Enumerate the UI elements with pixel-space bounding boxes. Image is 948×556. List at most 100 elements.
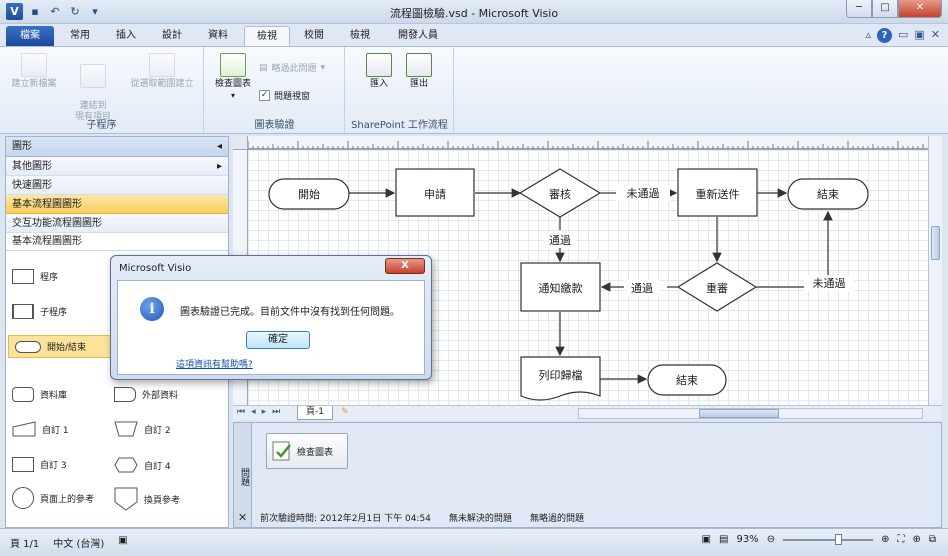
helpful-feedback-link[interactable]: 這項資訊有幫助嗎? [176, 357, 253, 370]
maximize-button[interactable]: □ [872, 0, 898, 18]
basic-flowchart-stencil[interactable]: 基本流程圖圖形 [6, 195, 228, 214]
flow-resubmit-label: 重新送件 [695, 188, 740, 201]
ignore-icon: ▤ [259, 62, 268, 73]
link-icon [80, 64, 106, 88]
shape-custom3[interactable]: 自訂 3 [12, 457, 67, 472]
check-diagram-button[interactable]: 檢查圖表 ▾ [209, 53, 257, 101]
quick-shapes-item[interactable]: 快速圖形 [6, 176, 228, 195]
more-shapes-item[interactable]: 其他圖形 ▸ [6, 157, 228, 176]
check-diagram-icon [272, 441, 291, 461]
flow-print-label: 列印歸檔 [538, 369, 583, 382]
minimize-button[interactable]: ─ [846, 0, 872, 18]
macro-record-icon[interactable]: ▣ [118, 535, 127, 550]
ok-button[interactable]: 確定 [246, 331, 310, 349]
external-data-shape-icon [114, 387, 136, 402]
collapse-pane-icon[interactable]: ◂ [217, 137, 222, 156]
flow-start-label: 開始 [298, 188, 320, 201]
presentation-icon[interactable]: ▤ [719, 534, 728, 545]
ignore-issue-button[interactable]: ▤ 略過此問題 ▾ [259, 61, 326, 75]
full-screen-icon[interactable]: ▣ [702, 534, 711, 545]
issues-close-icon[interactable]: ✕ [238, 511, 247, 524]
page-number-indicator[interactable]: 頁 1/1 [10, 535, 39, 550]
cross-functional-stencil[interactable]: 交互功能流程圖圖形 [6, 214, 228, 233]
create-from-selection-button[interactable]: 從選取範圍建立 [122, 53, 202, 90]
tab-file[interactable]: 檔案 [6, 26, 54, 46]
zoom-level[interactable]: 93% [736, 534, 758, 545]
tab-insert[interactable]: 插入 [106, 26, 146, 46]
export-icon [406, 53, 432, 77]
page-tab-1[interactable]: 頁-1 [297, 406, 333, 420]
shape-database[interactable]: 資料庫 [12, 387, 67, 402]
shape-custom1[interactable]: 自訂 1 [12, 421, 69, 437]
doc-close-icon[interactable]: ✕ [931, 28, 940, 43]
custom1-shape-icon [12, 421, 36, 437]
language-indicator[interactable]: 中文 (台灣) [53, 535, 104, 550]
shapes-pane-header: 圖形 ◂ [6, 137, 228, 157]
database-shape-icon [12, 387, 34, 402]
flow-not-passed-label-2: 未通過 [804, 275, 854, 291]
next-page-icon[interactable]: ▸ [262, 407, 267, 417]
first-page-icon[interactable]: ⏮ [237, 407, 245, 417]
pan-zoom-icon[interactable]: ⊕ [912, 534, 920, 545]
terminator-shape-icon [15, 340, 41, 353]
ruler-ticks [248, 141, 928, 149]
dialog-close-button[interactable]: X [385, 258, 425, 274]
flow-apply-label: 申請 [424, 188, 446, 201]
zoom-out-icon[interactable]: ⊖ [767, 534, 775, 545]
zoom-in-icon[interactable]: ⊕ [881, 534, 889, 545]
help-icon[interactable]: ? [876, 28, 892, 43]
doc-minimize-icon[interactable]: ▭ [898, 28, 908, 43]
import-icon [366, 53, 392, 77]
shape-on-page-ref[interactable]: 頁面上的參考 [12, 487, 94, 509]
vertical-scroll-thumb[interactable] [931, 226, 940, 260]
tab-view[interactable]: 檢視 [340, 26, 380, 46]
tab-design[interactable]: 設計 [152, 26, 192, 46]
tab-review[interactable]: 校閱 [294, 26, 334, 46]
tab-home[interactable]: 常用 [60, 26, 100, 46]
custom4-shape-icon [114, 457, 138, 473]
create-new-button[interactable]: 建立新檔案 [6, 53, 62, 90]
issues-check-diagram-button[interactable]: 檢查圖表 [266, 433, 348, 469]
group-validation: 檢查圖表 ▾ ▤ 略過此問題 ▾ ✓ 問題視窗 圖表驗證 [205, 47, 345, 133]
flow-end-label-2: 結束 [676, 374, 698, 387]
import-button[interactable]: 匯入 [362, 53, 396, 90]
dialog-message: 圖表驗證已完成。目前文件中沒有找到任何問題。 [180, 307, 400, 318]
shape-start-end[interactable]: 開始/結束 [8, 335, 112, 358]
switch-windows-icon[interactable]: ⧉ [929, 534, 936, 545]
shape-external-data[interactable]: 外部資料 [114, 387, 178, 402]
zoom-slider-thumb[interactable] [835, 533, 843, 545]
doc-restore-icon[interactable]: ▣ [914, 28, 924, 43]
shape-off-page-ref[interactable]: 換頁參考 [114, 487, 180, 511]
issues-window-toggle[interactable]: ✓ 問題視窗 [259, 89, 310, 102]
dialog-body: i 圖表驗證已完成。目前文件中沒有找到任何問題。 確定 這項資訊有幫助嗎? [117, 280, 425, 375]
link-existing-button[interactable]: 連結到 現有項目 [66, 53, 120, 123]
shape-subprocess[interactable]: 子程序 [12, 304, 67, 319]
last-page-icon[interactable]: ⏭ [272, 407, 280, 417]
export-button[interactable]: 匯出 [402, 53, 436, 90]
ribbon: 建立新檔案 連結到 現有項目 從選取範圍建立 子程序 檢查圖表 ▾ ▤ 略過此問… [0, 46, 948, 134]
prev-page-icon[interactable]: ◂ [251, 407, 256, 417]
vertical-scrollbar[interactable] [928, 136, 942, 405]
tab-data[interactable]: 資料 [198, 26, 238, 46]
shape-custom4[interactable]: 自訂 4 [114, 457, 171, 473]
insert-page-icon[interactable]: ✎ [341, 407, 349, 417]
on-page-reference-shape-icon [12, 487, 34, 509]
checkbox-checked-icon: ✓ [259, 90, 270, 101]
minimize-ribbon-icon[interactable]: ▵ [865, 28, 871, 43]
fit-page-icon[interactable]: ⛶ [897, 534, 904, 545]
issues-window: 問題 檢查圖表 ✕ 前次驗證時間: 2012年2月1日 下午 04:54 無未解… [233, 422, 942, 528]
flow-passed-label: 通過 [544, 232, 576, 248]
validation-dialog: Microsoft Visio X i 圖表驗證已完成。目前文件中沒有找到任何問… [110, 255, 432, 380]
window-title: 流程圖檢驗.vsd - Microsoft Visio [389, 7, 559, 20]
page-navigation-bar: ⏮ ◂ ▸ ⏭ 頁-1 ✎ [233, 405, 942, 420]
close-button[interactable]: ✕ [898, 0, 942, 18]
chevron-right-icon: ▸ [216, 161, 222, 172]
tab-developer[interactable]: 開發人員 [386, 26, 450, 46]
tab-process[interactable]: 檢視 [244, 26, 290, 46]
shape-custom2[interactable]: 自訂 2 [114, 421, 171, 437]
shape-process[interactable]: 程序 [12, 269, 58, 284]
zoom-slider[interactable] [783, 533, 874, 545]
chevron-down-icon: ▾ [320, 62, 326, 73]
horizontal-scrollbar[interactable] [578, 408, 923, 419]
horizontal-scroll-thumb[interactable] [699, 409, 779, 418]
